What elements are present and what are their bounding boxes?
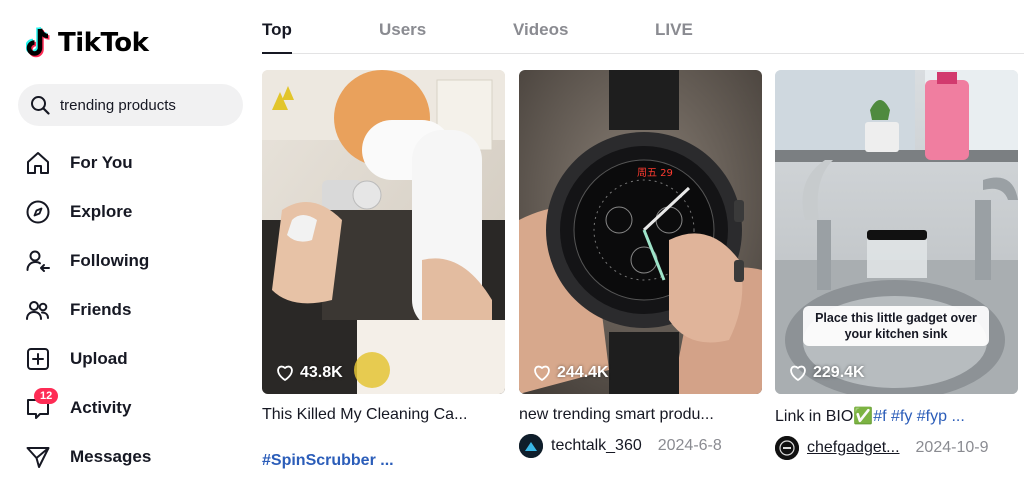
activity-badge: 12 — [34, 387, 59, 404]
avatar[interactable] — [519, 434, 543, 458]
sidebar-item-following[interactable]: Following — [24, 236, 244, 285]
video-overlay-text: Place this little gadget over your kitch… — [803, 306, 989, 346]
tab-videos[interactable]: Videos — [513, 0, 568, 40]
search-box[interactable]: trending products — [18, 84, 243, 126]
sidebar: TikTok trending products For You Explore… — [0, 0, 250, 477]
tab-users[interactable]: Users — [379, 0, 426, 40]
avatar[interactable] — [775, 436, 799, 460]
thumbnail-image: 周五 29 — [519, 70, 762, 394]
svg-text:周五 29: 周五 29 — [637, 167, 673, 179]
tiktok-note-icon — [25, 26, 54, 60]
sidebar-item-label: Activity — [70, 397, 132, 417]
friends-icon — [24, 296, 52, 324]
following-icon — [24, 247, 52, 275]
video-hashtags[interactable]: #SpinScrubber ... — [262, 452, 505, 470]
video-caption[interactable]: This Killed My Cleaning Ca... — [262, 406, 498, 424]
sidebar-item-for-you[interactable]: For You — [24, 138, 244, 187]
video-caption[interactable]: Link in BIO✅#f #fy #fyp ... — [775, 406, 1011, 426]
tab-top[interactable]: Top — [262, 0, 292, 54]
video-author-row: techtalk_360 2024-6-8 — [519, 434, 762, 458]
video-thumbnail[interactable]: 43.8K — [262, 70, 505, 394]
heart-icon — [790, 365, 806, 381]
heart-icon — [534, 365, 550, 381]
caption-hashtags[interactable]: #f #fy #fyp ... — [873, 408, 965, 425]
video-thumbnail[interactable]: Place this little gadget over your kitch… — [775, 70, 1018, 394]
check-emoji-icon: ✅ — [853, 408, 874, 425]
search-icon — [30, 95, 50, 115]
upload-icon — [24, 345, 52, 373]
thumbnail-image — [262, 70, 505, 394]
tiktok-logo[interactable]: TikTok — [25, 26, 149, 60]
sidebar-nav: For You Explore Following Friends Upload — [24, 138, 244, 477]
caption-text: Link in BIO — [775, 408, 854, 425]
like-count: 43.8K — [276, 364, 343, 382]
sidebar-item-label: Upload — [70, 348, 128, 368]
sidebar-item-messages[interactable]: Messages — [24, 432, 244, 477]
tab-live[interactable]: LIVE — [655, 0, 693, 40]
sidebar-item-explore[interactable]: Explore — [24, 187, 244, 236]
author-name[interactable]: chefgadget... — [807, 439, 900, 457]
video-author-row: chefgadget... 2024-10-9 — [775, 436, 1018, 460]
video-card[interactable]: Place this little gadget over your kitch… — [775, 70, 1018, 460]
sidebar-item-upload[interactable]: Upload — [24, 334, 244, 383]
video-thumbnail[interactable]: 周五 29 244.4K — [519, 70, 762, 394]
sidebar-item-label: Messages — [70, 446, 152, 466]
heart-icon — [277, 365, 293, 381]
home-icon — [24, 149, 52, 177]
activity-icon: 12 — [24, 387, 59, 422]
sidebar-item-label: Following — [70, 250, 150, 270]
video-card[interactable]: 43.8K This Killed My Cleaning Ca... #Spi… — [262, 70, 505, 470]
video-caption[interactable]: new trending smart produ... — [519, 406, 755, 424]
author-name[interactable]: techtalk_360 — [551, 437, 642, 455]
like-count-text: 229.4K — [813, 364, 865, 381]
like-count-text: 43.8K — [300, 364, 343, 381]
post-date: 2024-6-8 — [657, 437, 722, 454]
messages-icon — [24, 443, 52, 471]
compass-icon — [24, 198, 52, 226]
search-input[interactable]: trending products — [60, 97, 176, 114]
like-count-text: 244.4K — [557, 364, 609, 381]
sidebar-item-activity[interactable]: 12 Activity — [24, 383, 244, 432]
sidebar-item-label: Friends — [70, 299, 132, 319]
brand-name: TikTok — [58, 28, 149, 58]
sidebar-item-friends[interactable]: Friends — [24, 285, 244, 334]
like-count: 229.4K — [789, 364, 865, 382]
sidebar-item-label: For You — [70, 152, 133, 172]
like-count: 244.4K — [533, 364, 609, 382]
search-tabs: Top Users Videos LIVE — [262, 0, 1024, 54]
post-date: 2024-10-9 — [915, 439, 989, 456]
video-card[interactable]: 周五 29 244.4K new trending smart produ...… — [519, 70, 762, 458]
sidebar-item-label: Explore — [70, 201, 133, 221]
